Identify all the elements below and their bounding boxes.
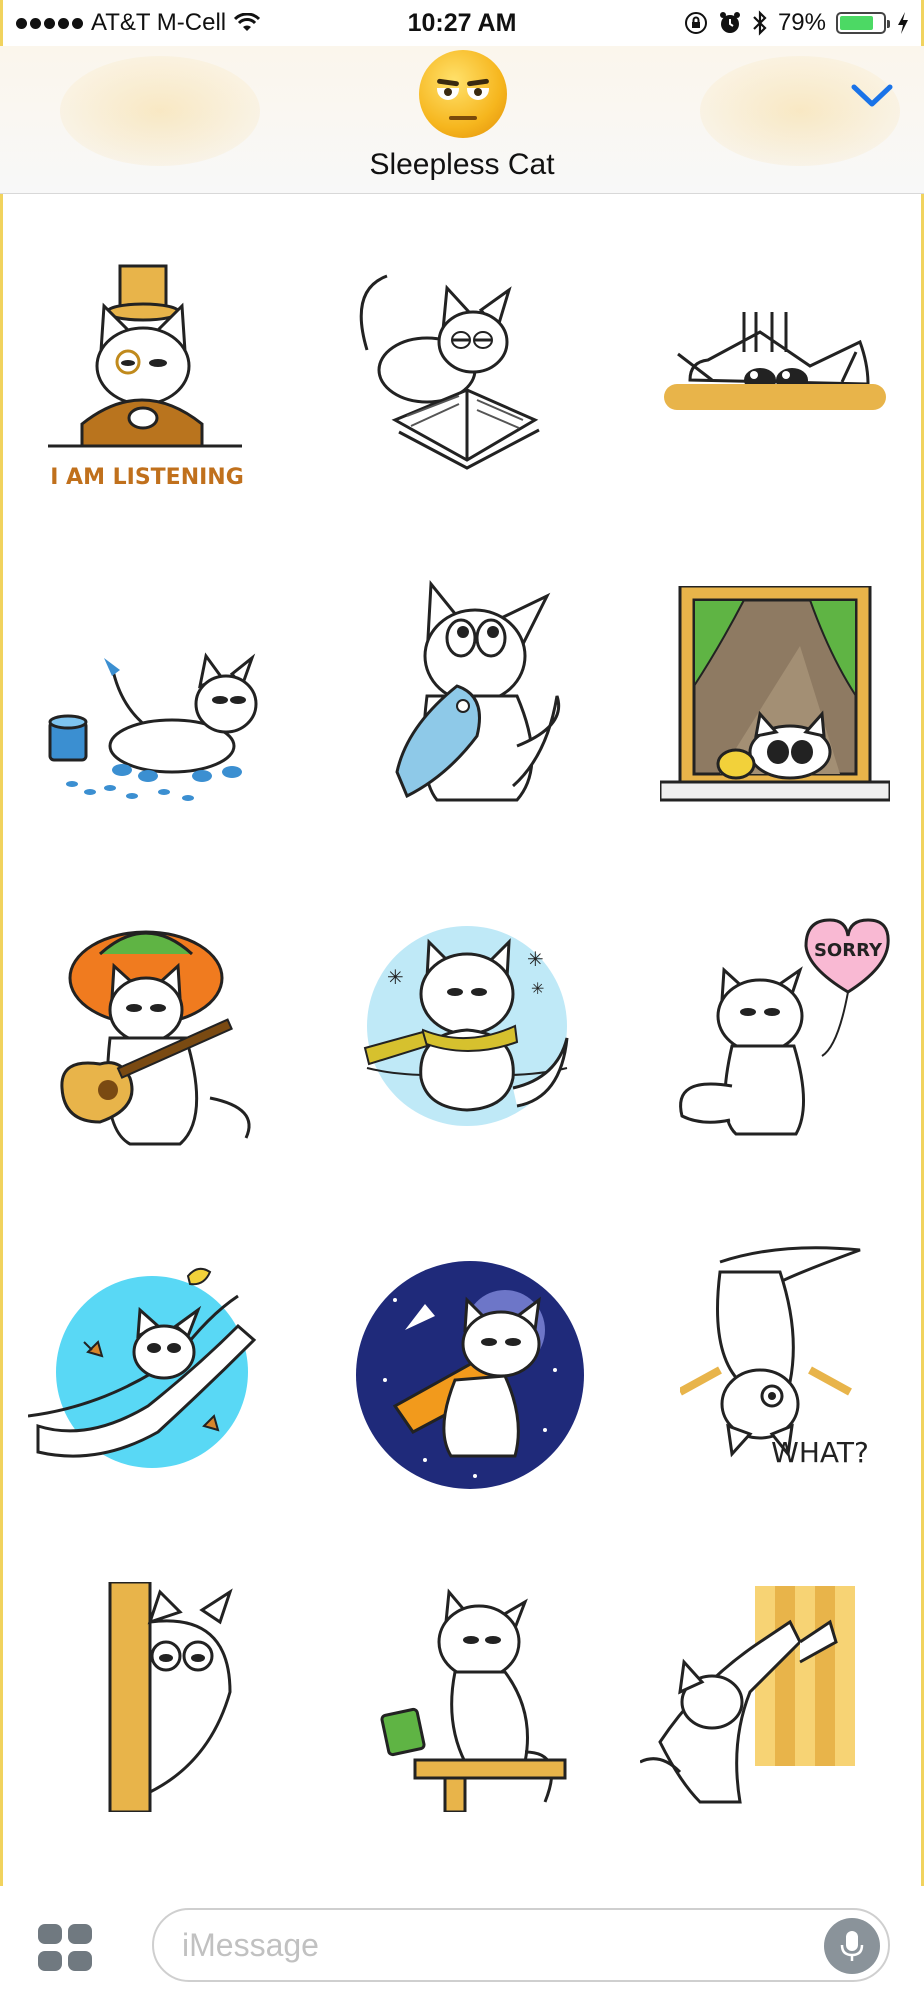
sticker-cat-pushing-mug[interactable]	[375, 1582, 605, 1812]
sticker-cat-sorry-balloon[interactable]: SORRY	[672, 906, 902, 1136]
battery-percent: 79%	[777, 9, 826, 36]
app-title: Sleepless Cat	[369, 148, 555, 181]
charging-bolt-icon	[898, 12, 908, 34]
status-bar: AT&T M-Cell 10:27 AM 79%	[0, 0, 924, 46]
sticker-cat-astronaut[interactable]	[355, 1260, 585, 1490]
sticker-caption: SORRY	[814, 940, 883, 961]
sticker-cat-window-bird[interactable]	[660, 586, 890, 816]
sticker-cat-paint-paws[interactable]	[42, 626, 272, 856]
alarm-icon	[719, 12, 740, 33]
chevron-down-icon	[851, 84, 893, 107]
microphone-button[interactable]	[824, 1918, 880, 1974]
sticker-cat-sombrero-guitar[interactable]	[60, 918, 290, 1148]
sticker-cat-holding-fish[interactable]	[347, 576, 577, 806]
sticker-cat-upside-down-what[interactable]: WHAT?	[680, 1242, 910, 1472]
message-field[interactable]	[152, 1908, 890, 1982]
compose-bar	[0, 1886, 924, 2000]
message-input[interactable]	[182, 1926, 782, 1964]
sticker-cat-reading-book[interactable]	[347, 270, 577, 500]
unamused-face-icon	[419, 50, 507, 138]
sticker-caption: WHAT?	[771, 1436, 869, 1469]
wifi-icon	[234, 13, 261, 31]
svg-text:✳: ✳	[527, 947, 544, 971]
signal-dots-icon	[16, 17, 83, 29]
svg-text:✳: ✳	[531, 979, 544, 998]
sticker-grid: I AM LISTENING ✳ ✳ ✳ SORRY WHAT?	[0, 196, 924, 1886]
sticker-cat-scratching-wall[interactable]	[640, 1582, 870, 1812]
svg-text:✳: ✳	[387, 965, 404, 989]
sticker-cat-freezing-scarf[interactable]: ✳ ✳ ✳	[347, 918, 577, 1148]
sticker-caption: I AM LISTENING	[50, 465, 244, 486]
orientation-lock-icon	[684, 12, 707, 34]
sticker-cat-behind-door[interactable]	[90, 1582, 320, 1812]
app-drawer-icon[interactable]	[38, 1924, 94, 1972]
collapse-button[interactable]	[846, 76, 898, 116]
sticker-i-am-listening[interactable]: I AM LISTENING	[42, 256, 272, 486]
bluetooth-icon	[753, 10, 767, 36]
carrier-name: AT&T M-Cell	[91, 9, 227, 36]
sticker-cat-catching-butterfly[interactable]	[28, 1256, 258, 1486]
app-header: Sleepless Cat	[0, 46, 924, 194]
battery-icon	[836, 12, 890, 34]
sticker-cat-peeking-over-edge[interactable]	[660, 292, 890, 522]
microphone-icon	[840, 1931, 864, 1961]
